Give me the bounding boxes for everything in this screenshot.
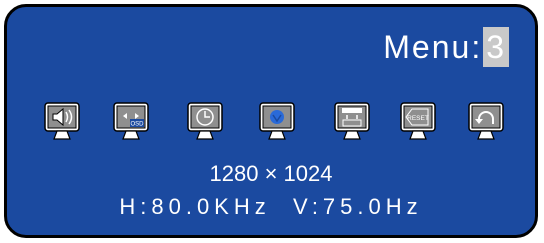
clock-icon[interactable] (187, 102, 223, 148)
reset-icon-text: RESET (407, 115, 429, 122)
reset-icon[interactable]: RESET (400, 102, 436, 148)
resolution-text: 1280 × 1024 (209, 161, 333, 186)
frequency-text: H:80.0KHz V:75.0Hz (119, 194, 423, 219)
return-icon[interactable] (468, 102, 504, 148)
menu-number: 3 (483, 27, 509, 67)
icon-row: OSD RESET (44, 102, 516, 152)
color-icon[interactable] (259, 102, 295, 148)
osd-position-icon[interactable]: OSD (113, 102, 149, 148)
menu-title: Menu: 3 (383, 27, 509, 67)
osd-panel: Menu: 3 OSD RESET 1280 × 1024 H:80.0KHz … (4, 4, 538, 238)
speaker-icon[interactable] (44, 102, 80, 148)
osd-icon-text: OSD (130, 122, 144, 128)
settings-panel-icon[interactable] (334, 102, 370, 148)
menu-label: Menu: (383, 29, 483, 65)
